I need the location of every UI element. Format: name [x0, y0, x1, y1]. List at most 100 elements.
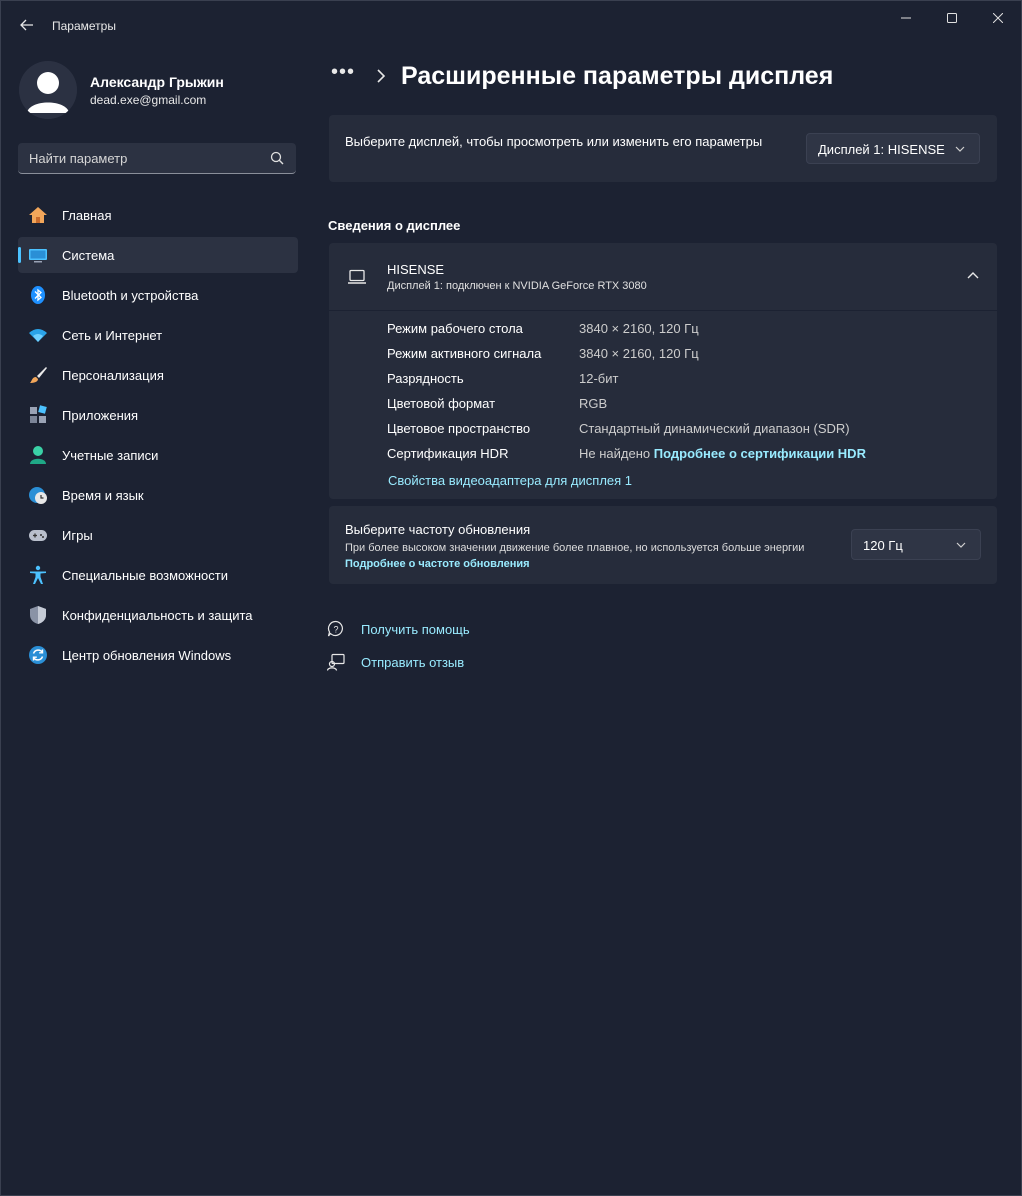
info-value: 3840 × 2160, 120 Гц [579, 321, 699, 336]
settings-window: Параметры Александр Грыжин dead.exe@gmai… [0, 0, 1022, 1196]
gamepad-icon [29, 530, 47, 541]
sidebar-item-label: Специальные возможности [62, 568, 228, 583]
chevron-down-icon [956, 542, 966, 548]
sidebar-item-system[interactable]: Система [18, 237, 298, 273]
sidebar-item-label: Система [62, 248, 115, 263]
adapter-properties-link[interactable]: Свойства видеоадаптера для дисплея 1 [388, 473, 632, 488]
help-chat-icon: ? [327, 620, 343, 637]
refresh-rate-description: При более высоком значении движение боле… [345, 540, 825, 572]
info-key: Цветовой формат [387, 396, 496, 411]
sidebar-item-label: Bluetooth и устройства [62, 288, 199, 303]
account-icon [30, 446, 46, 464]
info-row: Разрядность 12-бит [387, 371, 987, 396]
apps-icon [30, 405, 47, 423]
info-key: Цветовое пространство [387, 421, 531, 436]
hdr-status: Не найдено [579, 446, 651, 461]
chevron-up-icon[interactable] [967, 271, 979, 279]
refresh-rate-dropdown[interactable]: 120 Гц [851, 529, 981, 560]
sidebar-item-apps[interactable]: Приложения [18, 397, 298, 433]
refresh-rate-value: 120 Гц [863, 538, 903, 553]
section-title: Сведения о дисплее [328, 218, 461, 233]
user-profile[interactable]: Александр Грыжин dead.exe@gmail.com [19, 61, 299, 119]
search-icon [270, 151, 284, 165]
display-info-card: HISENSE Дисплей 1: подключен к NVIDIA Ge… [329, 243, 997, 499]
close-icon [993, 13, 1003, 23]
close-button[interactable] [975, 1, 1021, 35]
app-title: Параметры [52, 19, 116, 33]
maximize-button[interactable] [929, 1, 975, 35]
info-row: Режим активного сигнала 3840 × 2160, 120… [387, 346, 987, 371]
sidebar-item-label: Конфиденциальность и защита [62, 608, 253, 623]
minimize-icon [901, 17, 911, 19]
chevron-down-icon [955, 146, 965, 152]
sidebar-item-label: Время и язык [62, 488, 144, 503]
sidebar-item-gaming[interactable]: Игры [18, 517, 298, 553]
info-key: Сертификация HDR [387, 446, 509, 461]
sidebar-item-windows-update[interactable]: Центр обновления Windows [18, 637, 298, 673]
sidebar-item-network[interactable]: Сеть и Интернет [18, 317, 298, 353]
sidebar-item-label: Игры [62, 528, 93, 543]
info-row: Сертификация HDR Не найдено Подробнее о … [387, 446, 987, 471]
avatar-person-icon [19, 61, 77, 119]
sidebar-item-label: Приложения [62, 408, 139, 423]
sidebar-item-label: Персонализация [62, 368, 164, 383]
minimize-button[interactable] [883, 1, 929, 35]
refresh-rate-description-text: При более высоком значении движение боле… [345, 542, 805, 554]
update-icon [29, 646, 47, 664]
display-info-header[interactable]: HISENSE Дисплей 1: подключен к NVIDIA Ge… [329, 243, 997, 311]
display-dropdown[interactable]: Дисплей 1: HISENSE [806, 133, 980, 164]
search-placeholder: Найти параметр [29, 151, 128, 166]
info-value: 12-бит [579, 371, 619, 386]
search-input[interactable]: Найти параметр [18, 143, 296, 174]
sidebar-item-label: Сеть и Интернет [62, 328, 163, 343]
back-button[interactable] [13, 11, 41, 39]
laptop-icon [348, 269, 366, 284]
refresh-rate-link[interactable]: Подробнее о частоте обновления [345, 558, 530, 570]
display-info-rows: Режим рабочего стола 3840 × 2160, 120 Гц… [387, 321, 987, 471]
chevron-right-icon [377, 69, 386, 83]
sidebar-item-label: Главная [62, 208, 112, 223]
refresh-rate-title: Выберите частоту обновления [345, 522, 531, 537]
user-name: Александр Грыжин [90, 74, 224, 90]
info-key: Разрядность [387, 371, 464, 386]
home-icon [29, 207, 47, 223]
feedback-icon [327, 653, 345, 671]
sidebar-item-personalization[interactable]: Персонализация [18, 357, 298, 393]
get-help-link[interactable]: ? Получить помощь [327, 618, 527, 642]
shield-icon [30, 606, 46, 624]
get-help-label: Получить помощь [361, 622, 470, 637]
info-key: Режим активного сигнала [387, 346, 542, 361]
hdr-certification-link[interactable]: Подробнее о сертификации HDR [654, 446, 866, 461]
sidebar-item-home[interactable]: Главная [18, 197, 298, 233]
brush-icon [30, 367, 47, 383]
display-select-card: Выберите дисплей, чтобы просмотреть или … [329, 115, 997, 182]
system-display-icon [29, 249, 47, 263]
info-key: Режим рабочего стола [387, 321, 523, 336]
info-value: RGB [579, 396, 608, 411]
maximize-icon [947, 13, 957, 23]
breadcrumb-overflow-button[interactable]: ••• [331, 61, 355, 84]
sidebar-item-privacy[interactable]: Конфиденциальность и защита [18, 597, 298, 633]
sidebar-item-accessibility[interactable]: Специальные возможности [18, 557, 298, 593]
display-name: HISENSE [387, 262, 445, 277]
globe-clock-icon [29, 487, 47, 504]
sidebar-item-time-language[interactable]: Время и язык [18, 477, 298, 513]
info-row: Цветовой формат RGB [387, 396, 987, 421]
info-value: Стандартный динамический диапазон (SDR) [579, 421, 850, 436]
svg-text:?: ? [333, 625, 338, 635]
bluetooth-icon [31, 286, 45, 304]
arrow-left-icon [20, 19, 33, 31]
breadcrumb: ••• Расширенные параметры дисплея [331, 61, 1011, 97]
wifi-icon [29, 329, 47, 342]
send-feedback-label: Отправить отзыв [361, 655, 465, 670]
info-row: Режим рабочего стола 3840 × 2160, 120 Гц [387, 321, 987, 346]
sidebar-item-accounts[interactable]: Учетные записи [18, 437, 298, 473]
title-bar: Параметры [1, 1, 1021, 49]
display-select-prompt: Выберите дисплей, чтобы просмотреть или … [345, 134, 763, 149]
sidebar-item-bluetooth[interactable]: Bluetooth и устройства [18, 277, 298, 313]
send-feedback-link[interactable]: Отправить отзыв [327, 651, 527, 675]
sidebar-item-label: Центр обновления Windows [62, 648, 232, 663]
sidebar-nav: Главная Система Bluetooth и устройства С… [18, 197, 298, 677]
info-value: 3840 × 2160, 120 Гц [579, 346, 699, 361]
display-subtitle: Дисплей 1: подключен к NVIDIA GeForce RT… [387, 280, 647, 292]
